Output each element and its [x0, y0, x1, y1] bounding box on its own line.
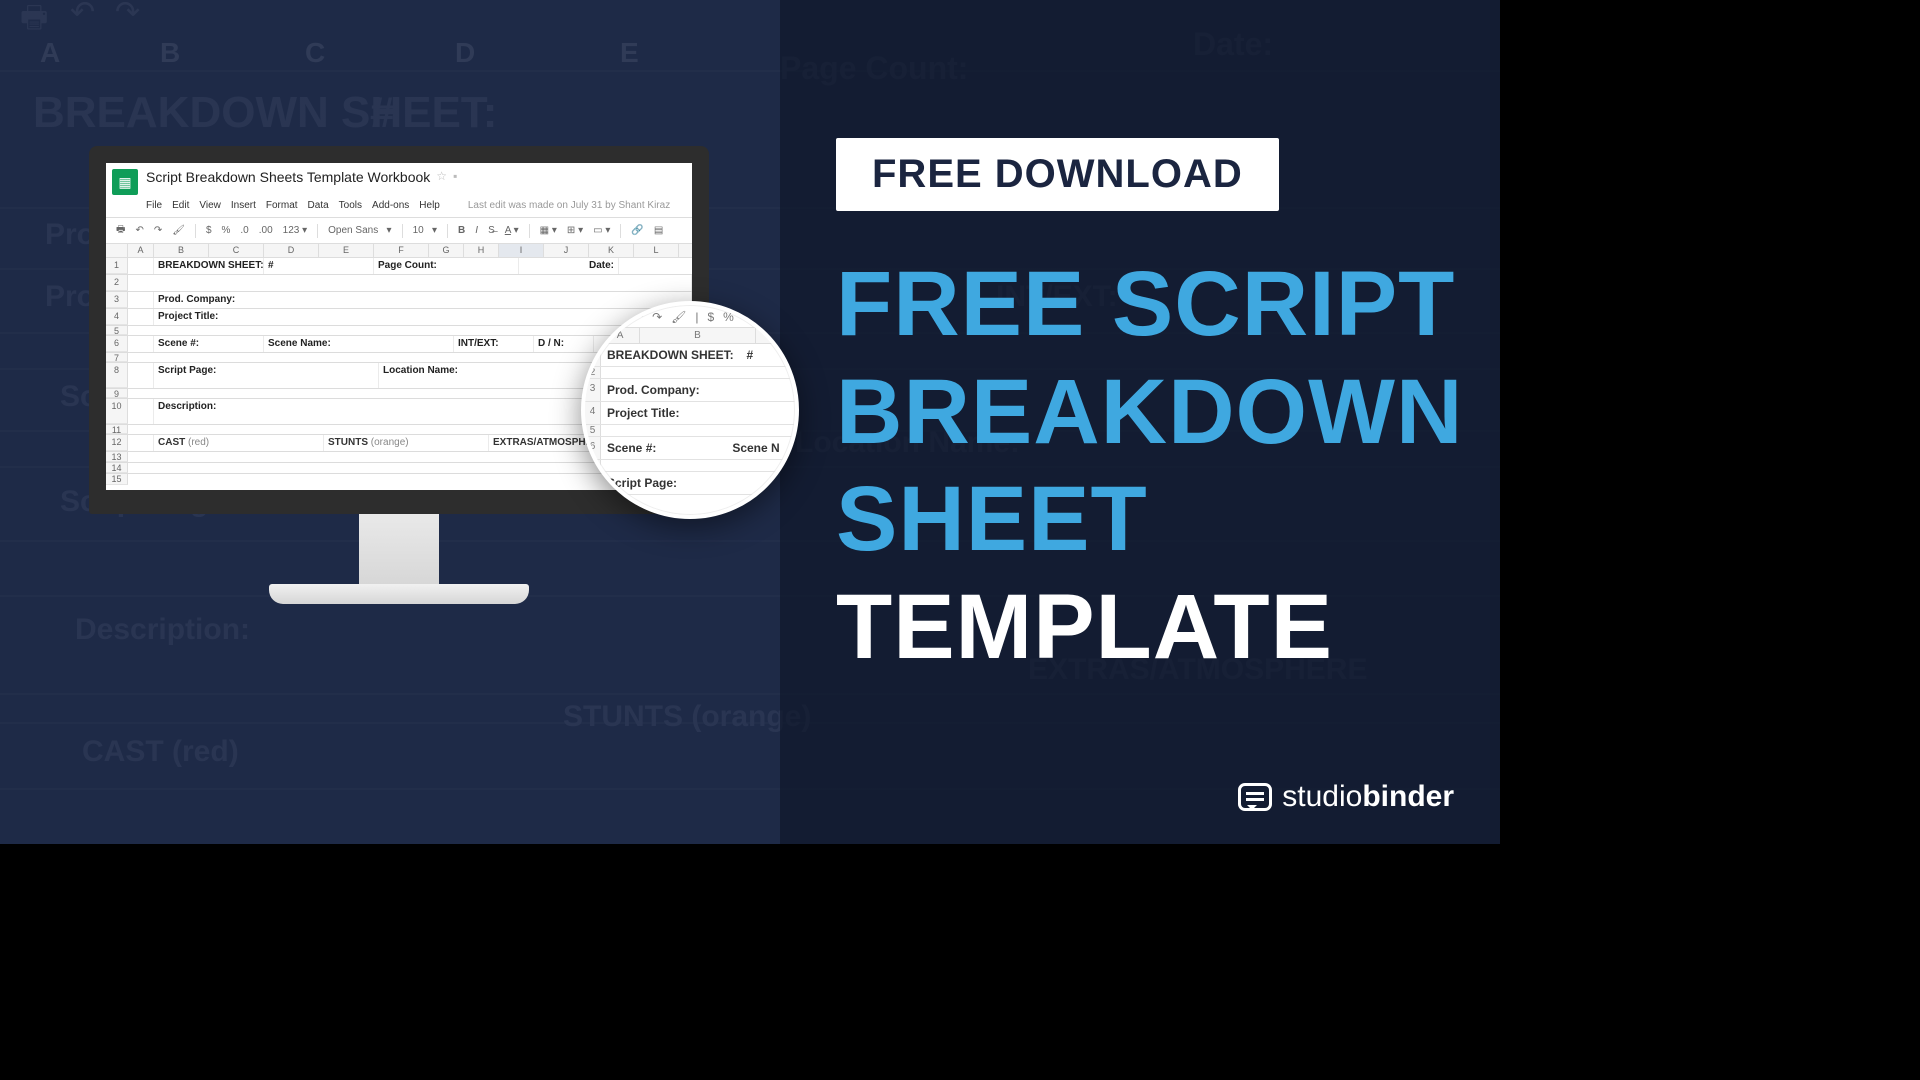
undo-icon[interactable]: ↶: [135, 225, 143, 236]
table-row: 1 BREAKDOWN SHEET: # Page Count: Date:: [106, 258, 692, 275]
insert-comment-icon[interactable]: ▤: [654, 225, 663, 236]
redo-icon[interactable]: ↷: [154, 225, 162, 236]
insert-link-icon[interactable]: 🔗: [631, 225, 643, 236]
currency-icon: $: [707, 310, 714, 324]
main-title: FREE SCRIPT BREAKDOWN SHEET TEMPLATE: [836, 251, 1456, 682]
col-header[interactable]: K: [589, 244, 634, 257]
magnifier-lens: ↶ ↷ 🖌 | $ % A B C 1BREAKDOWN SHEET:# 2 3…: [581, 301, 799, 519]
monitor-stand-neck: [359, 514, 439, 584]
percent-icon[interactable]: %: [222, 225, 231, 236]
folder-icon[interactable]: ▪: [453, 169, 457, 183]
toolbar: 🖶 ↶ ↷ 🖌 $ % .0 .00 123 ▾ Open Sans ▾ 10 …: [106, 217, 692, 244]
col-header[interactable]: L: [634, 244, 679, 257]
currency-icon[interactable]: $: [206, 225, 212, 236]
strike-icon[interactable]: S̶: [488, 225, 495, 236]
menu-file[interactable]: File: [146, 200, 162, 211]
star-icon[interactable]: ☆: [436, 169, 447, 183]
studiobinder-logo: studiobinder: [1238, 780, 1454, 814]
col-header[interactable]: H: [464, 244, 499, 257]
logo-text: studiobinder: [1282, 780, 1454, 814]
col-header[interactable]: D: [264, 244, 319, 257]
paint-icon: 🖌: [671, 310, 686, 324]
menu-tools[interactable]: Tools: [339, 200, 362, 211]
borders-icon[interactable]: ⊞ ▾: [567, 225, 583, 236]
col-header[interactable]: J: [544, 244, 589, 257]
font-selector[interactable]: Open Sans ▾: [328, 225, 391, 236]
document-title[interactable]: Script Breakdown Sheets Template Workboo…: [146, 169, 430, 185]
text-color-icon[interactable]: A ▾: [505, 225, 519, 236]
free-download-badge: FREE DOWNLOAD: [836, 138, 1279, 211]
col-header[interactable]: I: [499, 244, 544, 257]
menu-format[interactable]: Format: [266, 200, 298, 211]
fill-color-icon[interactable]: ▦ ▾: [540, 225, 557, 236]
mag-col: B: [640, 328, 756, 343]
more-formats[interactable]: 123 ▾: [283, 225, 308, 236]
col-header[interactable]: F: [374, 244, 429, 257]
table-row: 3 Prod. Company:: [106, 292, 692, 309]
bold-icon[interactable]: B: [458, 225, 465, 236]
last-edit-text[interactable]: Last edit was made on July 31 by Shant K…: [468, 200, 670, 211]
headline-block: FREE DOWNLOAD FREE SCRIPT BREAKDOWN SHEE…: [836, 138, 1456, 682]
percent-icon: %: [723, 310, 734, 324]
menu-data[interactable]: Data: [308, 200, 329, 211]
column-headers: A B C D E F G H I J K L: [106, 244, 692, 258]
merge-icon[interactable]: ▭ ▾: [593, 225, 610, 236]
menu-insert[interactable]: Insert: [231, 200, 256, 211]
logo-icon: [1238, 783, 1272, 811]
menu-edit[interactable]: Edit: [172, 200, 189, 211]
menu-addons[interactable]: Add-ons: [372, 200, 409, 211]
print-icon[interactable]: 🖶: [116, 222, 125, 239]
col-header[interactable]: G: [429, 244, 464, 257]
menu-view[interactable]: View: [199, 200, 221, 211]
table-row: 4 Project Title:: [106, 309, 692, 326]
paint-format-icon[interactable]: 🖌: [172, 225, 185, 236]
col-header[interactable]: A: [128, 244, 154, 257]
menu-help[interactable]: Help: [419, 200, 440, 211]
monitor-stand-base: [269, 584, 529, 604]
font-size[interactable]: 10 ▾: [413, 225, 437, 236]
italic-icon[interactable]: I: [475, 225, 478, 236]
redo-icon: ↷: [652, 310, 662, 324]
sheets-icon: ▦: [112, 169, 138, 195]
decimal-decrease-icon[interactable]: .0: [240, 225, 248, 236]
col-header[interactable]: C: [209, 244, 264, 257]
decimal-increase-icon[interactable]: .00: [259, 225, 273, 236]
menu-bar: File Edit View Insert Format Data Tools …: [146, 200, 692, 211]
col-header[interactable]: B: [154, 244, 209, 257]
promo-stage: 🖶 ↶ ↷ A B C D E BREAKDOWN SHEET: # Page …: [0, 0, 1500, 844]
col-header[interactable]: E: [319, 244, 374, 257]
